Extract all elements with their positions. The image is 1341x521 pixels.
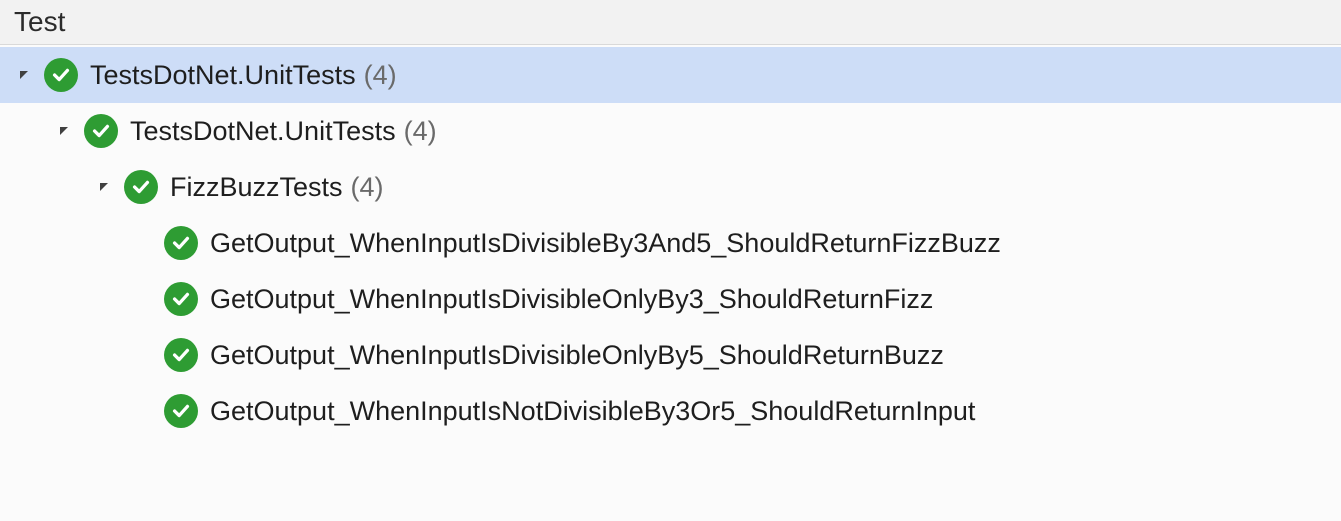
tree-row-class[interactable]: FizzBuzzTests (4) [0,159,1341,215]
status-passed-icon [124,170,158,204]
node-label: GetOutput_WhenInputIsDivisibleOnlyBy5_Sh… [210,340,944,371]
status-passed-icon [84,114,118,148]
column-header-label: Test [14,6,65,37]
expand-collapse-icon[interactable] [94,177,114,197]
status-passed-icon [164,282,198,316]
tree-row-test[interactable]: GetOutput_WhenInputIsNotDivisibleBy3Or5_… [0,383,1341,439]
tree-row-project[interactable]: TestsDotNet.UnitTests (4) [0,47,1341,103]
status-passed-icon [44,58,78,92]
expand-collapse-icon[interactable] [54,121,74,141]
tree-row-test[interactable]: GetOutput_WhenInputIsDivisibleBy3And5_Sh… [0,215,1341,271]
status-passed-icon [164,338,198,372]
node-label: TestsDotNet.UnitTests [130,116,396,147]
column-header-test[interactable]: Test [0,0,1341,45]
expand-collapse-icon[interactable] [14,65,34,85]
node-label: GetOutput_WhenInputIsDivisibleBy3And5_Sh… [210,228,1001,259]
tree-row-test[interactable]: GetOutput_WhenInputIsDivisibleOnlyBy5_Sh… [0,327,1341,383]
node-label: FizzBuzzTests [170,172,343,203]
node-count: (4) [351,172,384,203]
test-tree: TestsDotNet.UnitTests (4) TestsDotNet.Un… [0,45,1341,439]
tree-row-namespace[interactable]: TestsDotNet.UnitTests (4) [0,103,1341,159]
tree-row-test[interactable]: GetOutput_WhenInputIsDivisibleOnlyBy3_Sh… [0,271,1341,327]
node-label: GetOutput_WhenInputIsDivisibleOnlyBy3_Sh… [210,284,933,315]
node-count: (4) [404,116,437,147]
status-passed-icon [164,394,198,428]
node-label: GetOutput_WhenInputIsNotDivisibleBy3Or5_… [210,396,975,427]
status-passed-icon [164,226,198,260]
node-label: TestsDotNet.UnitTests [90,60,356,91]
node-count: (4) [364,60,397,91]
